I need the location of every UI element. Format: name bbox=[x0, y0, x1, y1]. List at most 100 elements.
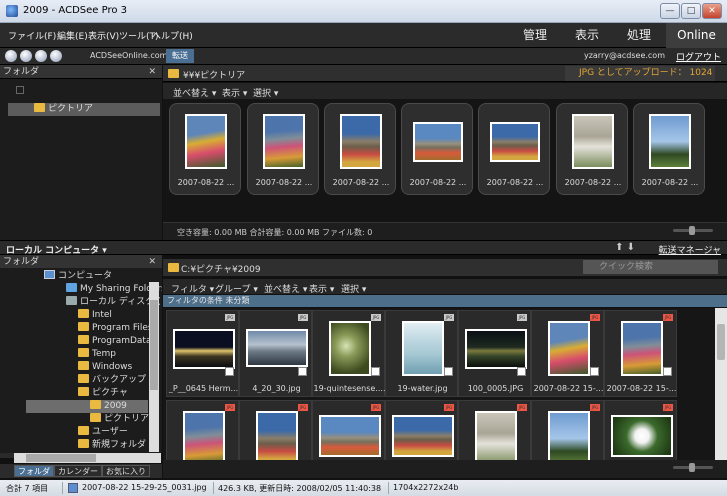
browser-vertical-scrollbar[interactable] bbox=[715, 308, 727, 460]
home-icon[interactable] bbox=[50, 50, 62, 62]
tree-item-program-files[interactable]: Program Files bbox=[78, 322, 153, 335]
file-checkbox[interactable] bbox=[225, 367, 234, 376]
tree-item-label: ユーザー bbox=[92, 427, 128, 437]
scroll-thumb[interactable] bbox=[150, 300, 158, 390]
tree-item-label: Intel bbox=[92, 310, 112, 320]
tab-process[interactable]: 処理 bbox=[614, 23, 664, 48]
close-icon[interactable]: ✕ bbox=[148, 255, 156, 269]
upload-zoom-slider[interactable] bbox=[673, 226, 713, 235]
transfer-tab[interactable]: 転送 bbox=[166, 49, 194, 63]
file-checkbox[interactable] bbox=[298, 367, 307, 376]
file-checkbox[interactable] bbox=[663, 367, 672, 376]
jpg-upload-dropdown[interactable]: JPG としてアップロード： 1024 x bbox=[565, 66, 715, 93]
menu-file[interactable]: ファイル(F) bbox=[8, 29, 56, 42]
tree-item-sharing[interactable]: My Sharing Folders bbox=[66, 283, 162, 296]
file-thumb[interactable]: JPG bbox=[604, 400, 677, 460]
file-thumb[interactable]: JPG bbox=[531, 400, 604, 460]
file-thumb[interactable]: JPG 2007-08-22 15-... bbox=[604, 310, 677, 397]
tree-item-pictures[interactable]: ピクチャ bbox=[78, 387, 128, 400]
close-button[interactable]: ✕ bbox=[702, 3, 722, 19]
tab-folders[interactable]: フォルダ bbox=[14, 465, 54, 477]
upload-thumb[interactable]: 2007-08-22 ... bbox=[324, 103, 396, 195]
file-thumb[interactable]: JPG 4_20_30.jpg bbox=[239, 310, 312, 397]
tree-item-programdata[interactable]: ProgramData bbox=[78, 335, 151, 348]
file-thumb[interactable]: JPG bbox=[458, 400, 531, 460]
tab-online[interactable]: Online bbox=[666, 23, 727, 48]
forward-icon[interactable] bbox=[20, 50, 32, 62]
slider-knob[interactable] bbox=[689, 226, 695, 235]
view-menu[interactable]: 表示 ▾ bbox=[309, 282, 334, 295]
tree-item-pictoria[interactable]: ピクトリア bbox=[90, 413, 149, 426]
tree-item-windows[interactable]: Windows bbox=[78, 361, 132, 374]
file-thumb[interactable]: JPG 19-quintesense.... bbox=[312, 310, 386, 397]
file-checkbox[interactable] bbox=[371, 367, 380, 376]
logout-link[interactable]: ログアウト bbox=[676, 50, 721, 63]
back-icon[interactable] bbox=[5, 50, 17, 62]
upload-thumb[interactable]: 2007-08-22 ... bbox=[169, 103, 241, 195]
browser-path[interactable]: C:¥ピクチャ¥2009 bbox=[181, 262, 261, 275]
tab-view[interactable]: 表示 bbox=[562, 23, 612, 48]
select-menu[interactable]: 選択 ▾ bbox=[341, 282, 366, 295]
transfer-arrows-icon[interactable]: ⬆ ⬇ bbox=[615, 242, 635, 253]
scroll-thumb[interactable] bbox=[26, 454, 96, 462]
tab-manage[interactable]: 管理 bbox=[510, 23, 560, 48]
tree-item-2009[interactable]: 2009 bbox=[26, 400, 148, 413]
folders-bottom-title: フォルダ bbox=[3, 257, 40, 267]
file-thumb[interactable]: JPG 100_0005.JPG bbox=[458, 310, 531, 397]
file-thumb[interactable]: JPG bbox=[385, 400, 458, 460]
tree-item-computer[interactable]: コンピュータ bbox=[44, 270, 112, 283]
browser-zoom-slider[interactable] bbox=[673, 463, 713, 472]
tree-item-intel[interactable]: Intel bbox=[78, 309, 112, 322]
expand-icon[interactable] bbox=[16, 86, 24, 94]
jpg-badge-icon: JPG bbox=[371, 314, 381, 321]
file-thumb[interactable]: JPG bbox=[239, 400, 312, 460]
transfer-manager-link[interactable]: 転送マネージャ bbox=[659, 243, 721, 256]
file-thumb[interactable]: JPG 19-water.jpg bbox=[385, 310, 458, 397]
thumb-caption: 2007-08-22 ... bbox=[177, 178, 235, 187]
file-thumb[interactable]: JPG bbox=[166, 400, 239, 460]
group-menu[interactable]: グループ ▾ bbox=[215, 282, 258, 295]
acdsee-app-icon bbox=[6, 5, 18, 17]
tree-item-users[interactable]: ユーザー bbox=[78, 426, 128, 439]
menu-view[interactable]: 表示(V) bbox=[88, 29, 119, 42]
upload-thumb[interactable]: 2007-08-22 ... bbox=[401, 103, 473, 195]
file-checkbox[interactable] bbox=[590, 367, 599, 376]
slider-knob[interactable] bbox=[689, 463, 695, 472]
filter-menu[interactable]: フィルタ ▾ bbox=[171, 282, 214, 295]
maximize-button[interactable]: □ bbox=[681, 3, 701, 19]
quick-search-input[interactable]: クイック検索 bbox=[583, 260, 718, 274]
file-checkbox[interactable] bbox=[517, 367, 526, 376]
upload-thumb[interactable]: 2007-08-22 ... bbox=[478, 103, 550, 195]
tree-item-backup[interactable]: バックアップ bbox=[78, 374, 146, 387]
file-thumb[interactable]: JPG bbox=[312, 400, 385, 460]
upload-thumb[interactable]: 2007-08-22 ... bbox=[247, 103, 319, 195]
acdsee-online-link[interactable]: ACDSeeOnline.com bbox=[90, 51, 167, 60]
upload-select-menu[interactable]: 選択 ▾ bbox=[253, 86, 278, 99]
minimize-button[interactable]: — bbox=[660, 3, 680, 19]
tree-item-new-folder[interactable]: 新規フォルダ bbox=[78, 439, 146, 452]
file-checkbox[interactable] bbox=[444, 367, 453, 376]
folder-icon bbox=[78, 322, 89, 331]
tree-item-temp[interactable]: Temp bbox=[78, 348, 116, 361]
upload-thumb[interactable]: 2007-08-22 ... bbox=[633, 103, 705, 195]
upload-thumb[interactable]: 2007-08-22 ... bbox=[556, 103, 628, 195]
tab-calendar[interactable]: カレンダー bbox=[54, 465, 102, 477]
tree-vertical-scrollbar[interactable] bbox=[149, 282, 159, 452]
tree-item-pictoria-online[interactable]: ピクトリア bbox=[8, 103, 160, 116]
upload-sort-menu[interactable]: 並べ替え ▾ bbox=[173, 86, 216, 99]
tree-item-local-disk[interactable]: ローカル ディスク ( bbox=[66, 296, 161, 309]
file-list: JPG _P__0645 Herm... JPG 4_20_30.jpg JPG… bbox=[163, 308, 715, 460]
photo-thumbnail bbox=[340, 114, 382, 169]
sort-menu[interactable]: 並べ替え ▾ bbox=[264, 282, 307, 295]
menu-edit[interactable]: 編集(E) bbox=[57, 29, 88, 42]
status-separator bbox=[388, 482, 389, 494]
close-icon[interactable]: ✕ bbox=[148, 65, 156, 79]
file-thumb[interactable]: JPG _P__0645 Herm... bbox=[166, 310, 239, 397]
scroll-thumb[interactable] bbox=[717, 324, 725, 360]
tree-horizontal-scrollbar[interactable] bbox=[14, 453, 161, 463]
tab-favorites[interactable]: お気に入り bbox=[102, 465, 150, 477]
menu-help[interactable]: ヘルプ(H) bbox=[152, 29, 193, 42]
file-thumb[interactable]: JPG 2007-08-22 15-... bbox=[531, 310, 604, 397]
refresh-icon[interactable] bbox=[35, 50, 47, 62]
upload-view-menu[interactable]: 表示 ▾ bbox=[222, 86, 247, 99]
